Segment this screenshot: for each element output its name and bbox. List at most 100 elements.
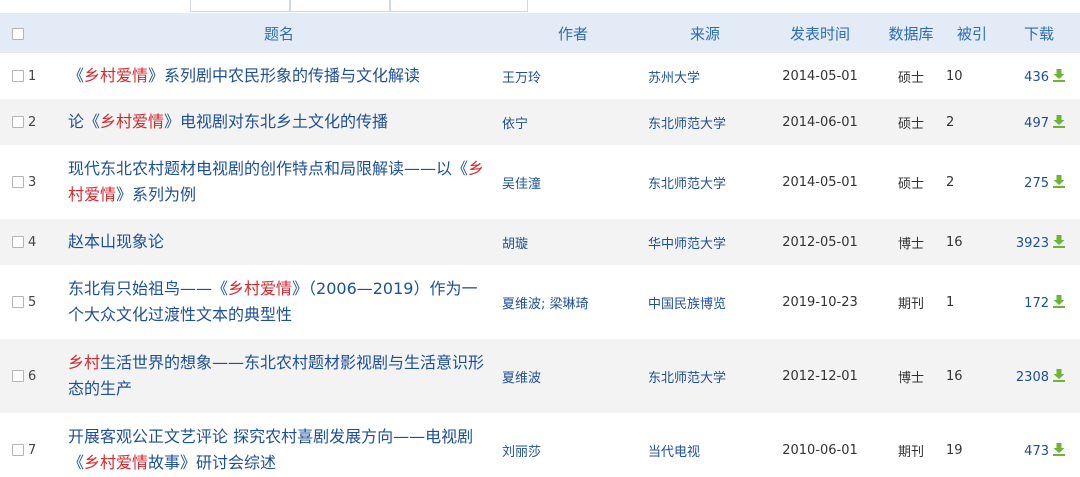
title-keyword-highlight: 乡村 <box>68 353 101 372</box>
title-text: 现代东北农村题材电视剧的创作特点和局限解读——以《 <box>68 159 469 178</box>
filter-box-1[interactable] <box>190 0 290 12</box>
download-cell[interactable]: 497 <box>998 99 1080 145</box>
author-link[interactable]: 夏维波; 梁琳琦 <box>500 265 646 339</box>
download-arrow-icon[interactable] <box>1052 68 1066 82</box>
table-row: 7 开展客观公正文艺评论 探究农村喜剧发展方向——电视剧《乡村爱情故事》研讨会综述… <box>0 413 1080 477</box>
row-checkbox[interactable] <box>12 176 24 188</box>
filter-box-3[interactable] <box>390 0 528 12</box>
download-cell[interactable]: 172 <box>998 265 1080 339</box>
title-cell: 东北有只始祖鸟——《乡村爱情》（2006—2019）作为一个大众文化过渡性文本的… <box>58 265 500 339</box>
row-number: 2 <box>28 114 37 130</box>
title-cell: 开展客观公正文艺评论 探究农村喜剧发展方向——电视剧《乡村爱情故事》研讨会综述 <box>58 413 500 477</box>
table-row: 5 东北有只始祖鸟——《乡村爱情》（2006—2019）作为一个大众文化过渡性文本… <box>0 265 1080 339</box>
row-select-cell: 5 <box>0 265 58 339</box>
row-checkbox[interactable] <box>12 70 24 82</box>
column-header-date[interactable]: 发表时间 <box>764 13 876 53</box>
source-link[interactable]: 东北师范大学 <box>646 99 764 145</box>
publish-date: 2014-06-01 <box>782 114 858 130</box>
publish-date: 2012-12-01 <box>782 368 858 384</box>
title-text: 《 <box>68 66 85 85</box>
article-title-link[interactable]: 《乡村爱情》系列剧中农民形象的传播与文化解读 <box>68 63 490 89</box>
download-cell[interactable]: 473 <box>998 413 1080 477</box>
row-number: 7 <box>28 442 37 458</box>
cited-count-link[interactable]: 10 <box>946 53 998 99</box>
title-cell: 论《乡村爱情》电视剧对东北乡土文化的传播 <box>58 99 500 145</box>
source-link[interactable]: 华中师范大学 <box>646 219 764 265</box>
table-row: 4 赵本山现象论 胡璇 华中师范大学 2012-05-01 博士 16 3923 <box>0 219 1080 265</box>
source-link[interactable]: 东北师范大学 <box>646 339 764 413</box>
column-header-author[interactable]: 作者 <box>500 13 646 53</box>
row-checkbox[interactable] <box>12 296 24 308</box>
cited-count-link[interactable]: 16 <box>946 339 998 413</box>
table-header-row: 题名 作者 来源 发表时间 数据库 被引 下载 <box>0 13 1080 53</box>
cited-count-link[interactable]: 19 <box>946 413 998 477</box>
title-text: 生活世界的想象——东北农村题材影视剧与生活意识形态的生产 <box>68 353 485 398</box>
header-scroll-stub <box>1074 13 1080 53</box>
download-count: 436 <box>1024 69 1049 85</box>
download-arrow-icon[interactable] <box>1052 174 1066 188</box>
article-title-link[interactable]: 乡村生活世界的想象——东北农村题材影视剧与生活意识形态的生产 <box>68 350 490 402</box>
row-checkbox[interactable] <box>12 370 24 382</box>
column-header-database[interactable]: 数据库 <box>876 13 946 53</box>
author-link[interactable]: 刘丽莎 <box>500 413 646 477</box>
download-count: 3923 <box>1015 235 1049 251</box>
download-count: 172 <box>1024 295 1049 311</box>
source-link[interactable]: 苏州大学 <box>646 53 764 99</box>
title-cell: 《乡村爱情》系列剧中农民形象的传播与文化解读 <box>58 53 500 99</box>
source-link[interactable]: 中国民族博览 <box>646 265 764 339</box>
title-keyword-highlight: 乡村爱情 <box>228 279 293 298</box>
table-row: 1 《乡村爱情》系列剧中农民形象的传播与文化解读 王万玲 苏州大学 2014-05-01… <box>0 53 1080 99</box>
download-cell[interactable]: 275 <box>998 145 1080 219</box>
download-arrow-icon[interactable] <box>1052 294 1066 308</box>
download-arrow-icon[interactable] <box>1052 234 1066 248</box>
row-select-cell: 7 <box>0 413 58 477</box>
author-link[interactable]: 王万玲 <box>500 53 646 99</box>
title-text: 论《 <box>68 112 101 131</box>
article-title-link[interactable]: 现代东北农村题材电视剧的创作特点和局限解读——以《乡村爱情》系列为例 <box>68 156 490 208</box>
cited-count-link[interactable]: 1 <box>946 265 998 339</box>
row-select-cell: 1 <box>0 53 58 99</box>
download-cell[interactable]: 3923 <box>998 219 1080 265</box>
article-title-link[interactable]: 东北有只始祖鸟——《乡村爱情》（2006—2019）作为一个大众文化过渡性文本的… <box>68 276 490 328</box>
cited-count-link[interactable]: 2 <box>946 99 998 145</box>
select-all-checkbox[interactable] <box>12 27 24 40</box>
author-link[interactable]: 夏维波 <box>500 339 646 413</box>
cited-count-link[interactable]: 2 <box>946 145 998 219</box>
download-cell[interactable]: 2308 <box>998 339 1080 413</box>
article-title-link[interactable]: 开展客观公正文艺评论 探究农村喜剧发展方向——电视剧《乡村爱情故事》研讨会综述 <box>68 424 490 476</box>
source-link[interactable]: 当代电视 <box>646 413 764 477</box>
select-all-cell <box>0 13 58 53</box>
title-text: 》电视剧对东北乡土文化的传播 <box>164 112 389 131</box>
download-arrow-icon[interactable] <box>1052 114 1066 128</box>
title-text: 故事》研讨会综述 <box>148 453 277 472</box>
author-link[interactable]: 依宁 <box>500 99 646 145</box>
author-link[interactable]: 吴佳潼 <box>500 145 646 219</box>
row-select-cell: 4 <box>0 219 58 265</box>
article-title-link[interactable]: 论《乡村爱情》电视剧对东北乡土文化的传播 <box>68 109 490 135</box>
title-cell: 乡村生活世界的想象——东北农村题材影视剧与生活意识形态的生产 <box>58 339 500 413</box>
row-checkbox[interactable] <box>12 444 24 456</box>
title-text: 东北有只始祖鸟——《 <box>68 279 229 298</box>
article-title-link[interactable]: 赵本山现象论 <box>68 229 490 255</box>
database-type: 硕士 <box>897 70 924 86</box>
author-link[interactable]: 胡璇 <box>500 219 646 265</box>
row-number: 4 <box>28 234 37 250</box>
source-link[interactable]: 东北师范大学 <box>646 145 764 219</box>
column-header-download[interactable]: 下载 <box>998 13 1080 53</box>
column-header-cited[interactable]: 被引 <box>946 13 998 53</box>
filter-box-2[interactable] <box>290 0 390 12</box>
cited-count-link[interactable]: 16 <box>946 219 998 265</box>
column-header-source[interactable]: 来源 <box>646 13 764 53</box>
row-checkbox[interactable] <box>12 116 24 128</box>
row-checkbox[interactable] <box>12 236 24 248</box>
column-header-title[interactable]: 题名 <box>58 13 500 53</box>
download-arrow-icon[interactable] <box>1052 442 1066 456</box>
title-cell: 现代东北农村题材电视剧的创作特点和局限解读——以《乡村爱情》系列为例 <box>58 145 500 219</box>
download-arrow-icon[interactable] <box>1052 368 1066 382</box>
database-type: 博士 <box>897 236 924 252</box>
download-count: 275 <box>1024 175 1049 191</box>
title-text: 赵本山现象论 <box>68 232 165 251</box>
database-type: 博士 <box>897 370 924 386</box>
download-cell[interactable]: 436 <box>998 53 1080 99</box>
table-row: 3 现代东北农村题材电视剧的创作特点和局限解读——以《乡村爱情》系列为例 吴佳潼 东北… <box>0 145 1080 219</box>
